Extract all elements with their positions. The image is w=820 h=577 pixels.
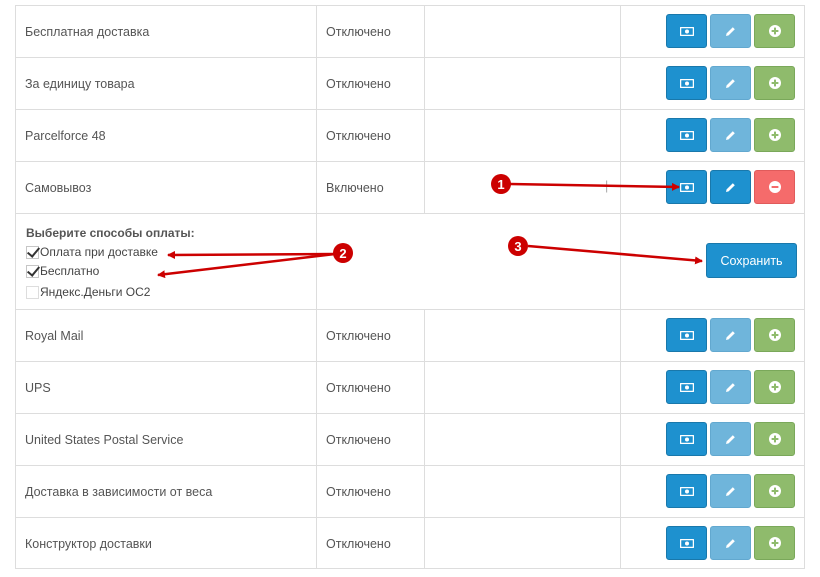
arrow-3	[527, 244, 703, 265]
annotation-arrows	[157, 182, 703, 279]
arrow-2a	[167, 250, 336, 259]
annotation-marker: 2	[333, 243, 353, 263]
annotation-marker: 3	[508, 236, 528, 256]
annotation-marker: 1	[491, 174, 511, 194]
arrow-2b	[157, 252, 336, 279]
arrow-1	[509, 182, 680, 191]
